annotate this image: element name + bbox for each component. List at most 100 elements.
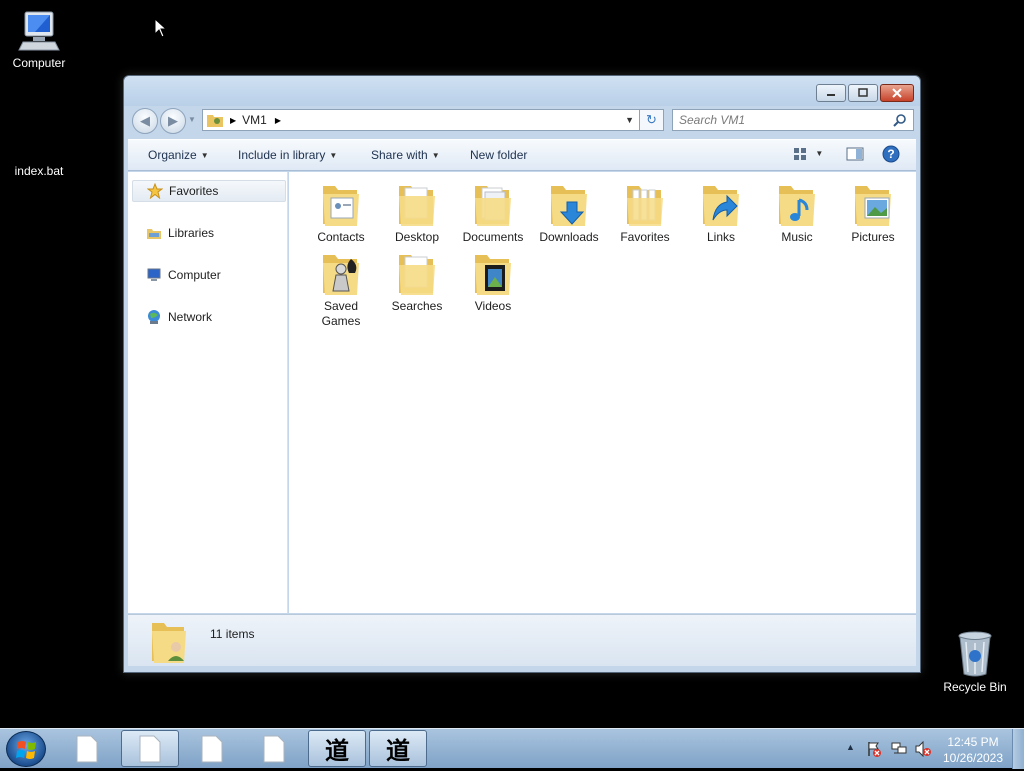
minimize-button[interactable] [816,84,846,102]
navigation-pane: Favorites Libraries Computer Network [128,172,288,613]
desktop-icon-index-bat[interactable]: index.bat [1,162,77,178]
videos-folder-icon [475,255,511,295]
folder-item-documents[interactable]: Documents [457,180,529,245]
desktop-icon-label: Recycle Bin [943,680,1007,694]
details-pane: 11 items [128,614,916,666]
close-button[interactable] [880,84,914,102]
computer-icon [18,11,60,51]
show-desktop-button[interactable] [1012,729,1024,769]
folder-label: Links [706,230,735,244]
folder-item-saved-games[interactable]: Saved Games [305,249,377,329]
desktop-icon-label: Computer [12,56,66,70]
show-hidden-icons-icon[interactable]: ▲ [846,742,855,752]
desktop-icon-recycle-bin[interactable]: Recycle Bin [937,630,1013,694]
share-with-label: Share with [371,148,428,162]
refresh-icon: ↻ [646,112,657,127]
document-icon [263,735,285,762]
chevron-down-icon: ▼ [200,151,209,160]
chevron-down-icon: ▼ [431,151,440,160]
taskbar-button-document-4[interactable] [245,730,303,767]
folder-label: Favorites [620,230,670,244]
search-icon[interactable] [893,113,907,127]
folder-item-music[interactable]: Music [761,180,833,245]
change-view-button[interactable]: ▼ [792,146,823,162]
search-input[interactable] [679,111,893,129]
action-center-icon[interactable] [866,741,882,757]
folder-item-pictures[interactable]: Pictures [837,180,909,245]
include-in-library-button[interactable]: Include in library ▼ [238,148,337,162]
volume-muted-icon[interactable] [914,741,932,757]
refresh-button[interactable]: ↻ [640,109,664,131]
folder-label: Saved Games [321,299,361,328]
address-dropdown-icon[interactable]: ▼ [625,115,634,125]
start-button[interactable] [6,731,46,767]
computer-icon [146,267,162,283]
folder-item-links[interactable]: Links [685,180,757,245]
breadcrumb-vm1[interactable]: VM1 [242,113,267,127]
saved-games-folder-icon [323,255,359,295]
mouse-cursor-icon [154,18,168,38]
taskbar-button-kanji-app-1[interactable]: 道 [308,730,366,767]
taskbar-button-document-3[interactable] [183,730,241,767]
folder-item-searches[interactable]: Searches [381,249,453,314]
desktop-icon-computer[interactable]: Computer [1,10,77,70]
folder-item-favorites[interactable]: Favorites [609,180,681,245]
downloads-folder-icon [551,186,587,226]
preview-pane-button[interactable] [846,146,864,165]
folder-item-desktop[interactable]: Desktop [381,180,453,245]
document-icon [201,735,223,762]
links-folder-icon [703,186,739,226]
folder-item-contacts[interactable]: Contacts [305,180,377,245]
chevron-down-icon[interactable]: ▼ [815,149,823,158]
recycle-bin-icon [958,631,992,677]
network-icon [146,309,162,325]
maximize-button[interactable] [848,84,878,102]
title-bar[interactable] [124,76,920,106]
breadcrumb-separator-icon: ▶ [230,115,237,125]
contacts-folder-icon [323,186,359,226]
search-box[interactable] [672,109,914,131]
nav-favorites[interactable]: Favorites [132,180,286,202]
folder-item-videos[interactable]: Videos [457,249,529,314]
new-folder-button[interactable]: New folder [470,148,527,162]
back-arrow-icon: ◀ [140,113,150,128]
document-icon [139,735,161,762]
folder-label: Videos [474,299,512,313]
windows-logo-icon [16,741,36,759]
nav-libraries-label: Libraries [168,226,215,240]
taskbar-button-document-2[interactable] [121,730,179,767]
close-icon [892,88,902,98]
chevron-down-icon: ▼ [329,151,338,160]
forward-button[interactable]: ▶ [160,108,186,134]
taskbar-button-kanji-app-2[interactable]: 道 [369,730,427,767]
nav-libraries[interactable]: Libraries [128,222,286,244]
nav-computer[interactable]: Computer [128,264,286,286]
share-with-button[interactable]: Share with ▼ [371,148,440,162]
system-clock[interactable]: 12:45 PM 10/26/2023 [940,734,1006,766]
nav-network[interactable]: Network [128,306,286,328]
address-bar[interactable]: ▶ VM1 ▶ ▼ [202,109,640,131]
searches-folder-icon [399,255,435,295]
nav-favorites-label: Favorites [169,184,219,198]
libraries-icon [146,225,162,241]
help-button[interactable]: ? [882,145,900,166]
organize-button[interactable]: Organize ▼ [148,148,209,162]
new-folder-label: New folder [470,148,528,162]
folder-label: Music [781,230,813,244]
favorites-folder-icon [627,186,663,226]
breadcrumb-separator-icon[interactable]: ▶ [275,116,281,125]
folder-label: Documents [462,230,524,244]
explorer-window: ◀ ▶ ▼ ▶ VM1 ▶ ▼ ↻ Organize▼ Include in [123,75,921,673]
taskbar-button-document-1[interactable] [58,730,116,767]
folder-item-downloads[interactable]: Downloads [533,180,605,245]
taskbar: 道 道 ▲ 12:45 PM 10/26/2023 [0,728,1024,769]
documents-folder-icon [475,186,511,226]
network-tray-icon[interactable] [890,741,908,757]
folder-label: Contacts [317,230,365,244]
recent-pages-dropdown-icon[interactable]: ▼ [188,115,196,124]
address-row: ◀ ▶ ▼ ▶ VM1 ▶ ▼ ↻ [130,108,916,134]
organize-label: Organize [148,148,197,162]
view-grid-icon [794,148,806,160]
back-button[interactable]: ◀ [132,108,158,134]
maximize-icon [858,88,868,97]
